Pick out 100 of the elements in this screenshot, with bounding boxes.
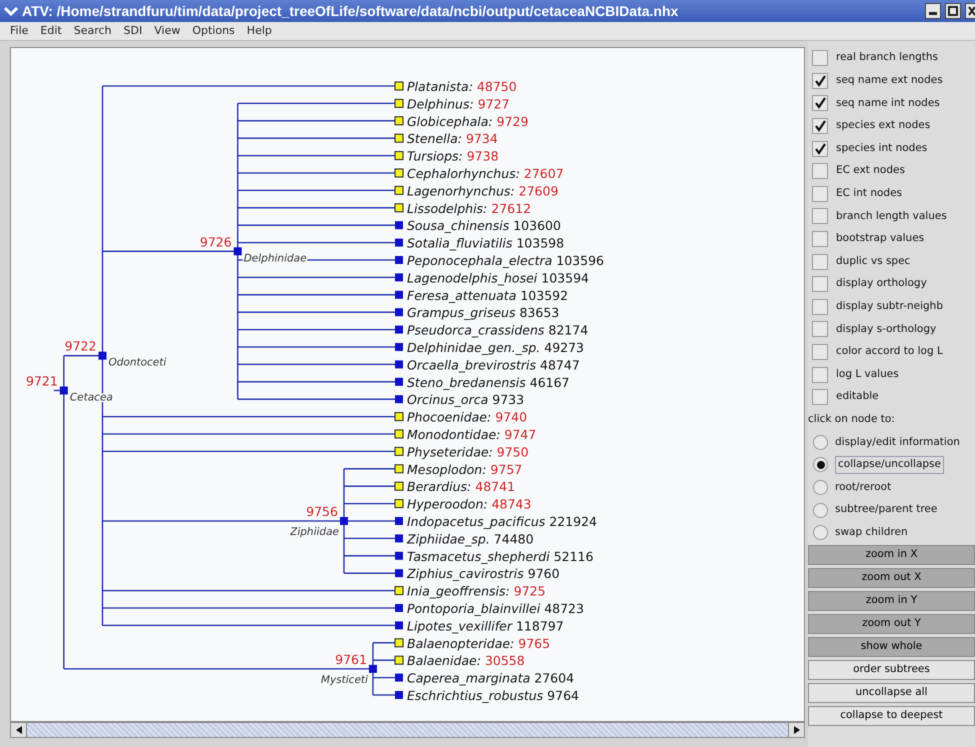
- minimize-icon[interactable]: [925, 3, 941, 19]
- collapsed-node[interactable]: [394, 586, 404, 596]
- collapsed-node[interactable]: [394, 656, 404, 665]
- collapsed-node[interactable]: [394, 464, 404, 474]
- tree-node[interactable]: [60, 386, 68, 394]
- leaf-label: Inia_geoffrensis:: [407, 584, 510, 599]
- panel-button[interactable]: order subtrees: [808, 660, 975, 680]
- leaf-node[interactable]: [395, 256, 403, 264]
- collapsed-node[interactable]: [394, 203, 404, 212]
- collapsed-node[interactable]: [394, 151, 404, 160]
- leaf-label: Platanista:: [407, 79, 473, 94]
- maximize-icon[interactable]: [945, 3, 961, 19]
- checkbox[interactable]: [812, 118, 828, 134]
- panel-button[interactable]: uncollapse all: [808, 683, 975, 704]
- radio-button[interactable]: [813, 480, 828, 496]
- leaf-node[interactable]: [395, 534, 403, 542]
- panel-button[interactable]: zoom out X: [808, 568, 975, 588]
- menu-item[interactable]: Edit: [34, 22, 68, 40]
- scroll-right-icon[interactable]: [794, 726, 800, 734]
- horizontal-scrollbar[interactable]: [10, 722, 805, 738]
- panel-button[interactable]: show whole: [808, 637, 975, 658]
- panel-button[interactable]: zoom in X: [808, 545, 975, 566]
- checkbox[interactable]: [812, 276, 828, 292]
- collapsed-node[interactable]: [394, 412, 404, 422]
- checkbox[interactable]: [812, 95, 828, 112]
- collapsed-node[interactable]: [394, 186, 404, 195]
- taxon-id: 30558: [484, 653, 525, 668]
- checkbox-label: EC int nodes: [836, 186, 902, 201]
- checkbox[interactable]: [812, 186, 828, 202]
- leaf-node[interactable]: [395, 569, 403, 578]
- tree-node[interactable]: [340, 517, 348, 525]
- menu-item[interactable]: File: [4, 22, 34, 40]
- leaf-node[interactable]: [395, 395, 403, 404]
- collapsed-node[interactable]: [394, 446, 404, 456]
- collapsed-node[interactable]: [394, 82, 404, 90]
- leaf-node[interactable]: [395, 326, 403, 334]
- checkbox[interactable]: [812, 254, 828, 270]
- checkbox[interactable]: [812, 366, 828, 383]
- checkbox[interactable]: [812, 389, 828, 406]
- leaf-label: Lagenorhynchus:: [407, 183, 515, 198]
- leaf-node[interactable]: [395, 308, 403, 316]
- leaf-label: Delphinidae_gen._sp.: [407, 340, 540, 355]
- checkbox[interactable]: [812, 50, 828, 66]
- menu-item[interactable]: Help: [240, 22, 278, 40]
- leaf-node[interactable]: [395, 552, 403, 560]
- leaf-node[interactable]: [395, 290, 403, 299]
- radio-button[interactable]: [813, 502, 828, 518]
- tree-node[interactable]: [234, 247, 242, 256]
- panel-button[interactable]: zoom out Y: [808, 614, 975, 634]
- checkbox[interactable]: [812, 298, 828, 315]
- leaf-node[interactable]: [395, 378, 403, 386]
- menu-item[interactable]: Search: [68, 22, 118, 40]
- leaf-node[interactable]: [395, 674, 403, 682]
- leaf-node[interactable]: [395, 343, 403, 351]
- panel-button[interactable]: zoom in Y: [808, 591, 975, 612]
- leaf-node[interactable]: [395, 517, 403, 525]
- collapsed-node[interactable]: [394, 116, 404, 126]
- leaf-node[interactable]: [395, 221, 403, 230]
- collapsed-node[interactable]: [394, 430, 404, 438]
- menu-item[interactable]: SDI: [118, 22, 148, 40]
- radio-button[interactable]: [813, 434, 828, 450]
- collapsed-node[interactable]: [394, 168, 404, 178]
- checkbox[interactable]: [812, 208, 828, 224]
- collapsed-node[interactable]: [394, 98, 404, 108]
- radio-button[interactable]: [813, 525, 828, 540]
- tree-node[interactable]: [368, 664, 377, 673]
- collapsed-node[interactable]: [394, 499, 404, 508]
- checkbox[interactable]: [812, 140, 828, 157]
- checkbox[interactable]: [812, 72, 828, 89]
- panel-button[interactable]: collapse to deepest: [808, 706, 975, 726]
- checkbox[interactable]: [812, 231, 828, 248]
- checkbox-label: real branch lengths: [836, 50, 938, 66]
- leaf-node[interactable]: [395, 621, 403, 630]
- checkbox[interactable]: [812, 344, 828, 360]
- radio-button[interactable]: [813, 457, 828, 472]
- menu-item[interactable]: View: [148, 22, 186, 40]
- leaf-label: Ziphiidae_sp.: [407, 531, 490, 546]
- checkbox-label: species ext nodes: [836, 118, 930, 134]
- checkbox[interactable]: [812, 163, 828, 180]
- leaf-node[interactable]: [395, 238, 403, 247]
- checkbox-label: log L values: [836, 366, 899, 382]
- window-menu-icon[interactable]: [4, 6, 18, 16]
- taxon-id: 9760: [528, 566, 560, 582]
- menu-item[interactable]: Options: [186, 22, 241, 40]
- radio-label: collapse/uncollapse: [835, 456, 944, 474]
- tree-node[interactable]: [98, 352, 106, 360]
- leaf-label: Orcaella_brevirostris: [407, 357, 536, 372]
- leaf-node[interactable]: [395, 604, 403, 612]
- collapsed-node[interactable]: [394, 638, 404, 648]
- leaf-node[interactable]: [395, 273, 403, 282]
- collapsed-node[interactable]: [394, 134, 404, 143]
- taxon-id: 27612: [491, 200, 532, 216]
- leaf-node[interactable]: [395, 360, 403, 368]
- leaf-node[interactable]: [395, 691, 403, 699]
- checkbox[interactable]: [812, 321, 828, 338]
- leaf-label: Hyperoodon:: [407, 496, 488, 512]
- collapsed-node[interactable]: [394, 482, 404, 491]
- close-icon[interactable]: [965, 3, 975, 19]
- taxon-id: 9765: [518, 636, 550, 651]
- scroll-left-icon[interactable]: [16, 726, 22, 734]
